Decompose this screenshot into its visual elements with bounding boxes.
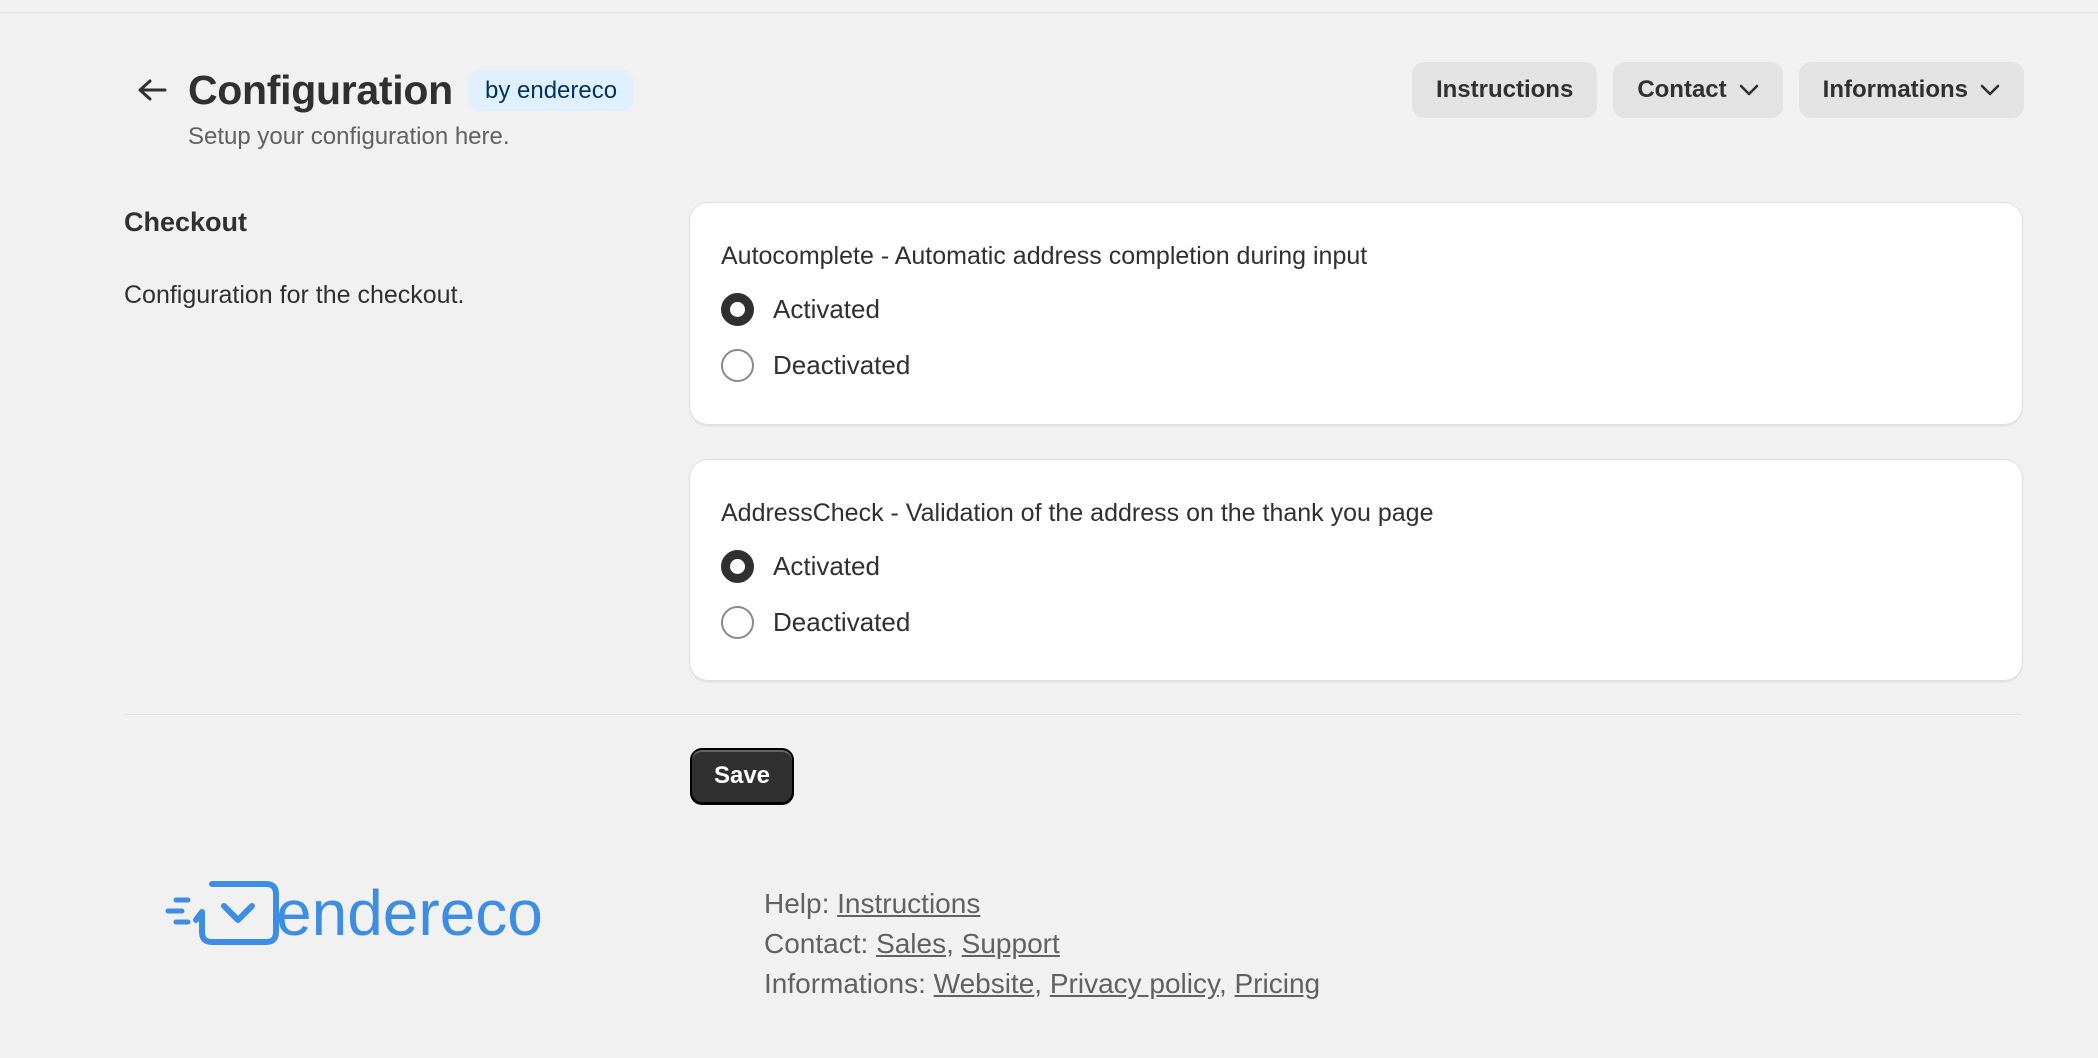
chevron-down-icon <box>1739 84 1758 96</box>
top-divider <box>0 12 2098 13</box>
radio-label: Deactivated <box>773 607 911 637</box>
arrow-left-icon <box>138 79 167 101</box>
radio-button-unchecked[interactable] <box>721 605 754 639</box>
informations-dropdown-button[interactable]: Informations <box>1798 62 2024 118</box>
informations-button-label: Informations <box>1822 76 1968 103</box>
back-button[interactable] <box>128 68 176 112</box>
save-button[interactable]: Save <box>690 748 794 804</box>
support-link[interactable]: Support <box>962 928 1060 959</box>
chevron-down-icon <box>1980 84 2000 96</box>
website-link[interactable]: Website <box>934 968 1035 999</box>
radio-label: Activated <box>773 551 880 581</box>
radio-label: Activated <box>773 294 880 324</box>
informations-prefix: Informations: <box>764 968 926 999</box>
link-separator: , <box>1218 968 1227 999</box>
footer-contact-row: Contact: Sales, Support <box>764 924 1320 964</box>
footer-informations-row: Informations: Website, Privacy policy, P… <box>764 964 1320 1004</box>
section-title: Checkout <box>124 207 248 237</box>
radio-option-deactivated[interactable]: Deactivated <box>721 337 1991 393</box>
sales-link[interactable]: Sales <box>876 928 946 959</box>
link-separator: , <box>946 928 954 959</box>
contact-button-label: Contact <box>1637 76 1727 103</box>
setting-title: AddressCheck - Validation of the address… <box>721 499 1434 527</box>
radio-button-checked[interactable] <box>721 549 754 583</box>
endereco-logo: endereco <box>165 880 543 946</box>
radio-label: Deactivated <box>773 350 911 380</box>
instructions-button-label: Instructions <box>1435 76 1574 103</box>
radio-option-activated[interactable]: Activated <box>721 281 1991 337</box>
privacy-policy-link[interactable]: Privacy policy <box>1050 968 1219 999</box>
setting-title: Autocomplete - Automatic address complet… <box>721 242 1368 270</box>
link-separator: , <box>1034 968 1043 999</box>
radio-button-checked[interactable] <box>721 292 754 326</box>
pricing-link[interactable]: Pricing <box>1235 968 1321 999</box>
footer-links: Help: Instructions Contact: Sales, Suppo… <box>764 884 1320 1004</box>
contact-prefix: Contact: <box>764 928 869 959</box>
radio-option-deactivated[interactable]: Deactivated <box>721 594 1991 650</box>
logo-wordmark: endereco <box>276 880 543 946</box>
addresscheck-setting-card: AddressCheck - Validation of the address… <box>690 460 2022 680</box>
radio-button-unchecked[interactable] <box>721 348 754 382</box>
instructions-link[interactable]: Instructions <box>837 888 980 919</box>
author-badge: by endereco <box>468 70 635 111</box>
instructions-button[interactable]: Instructions <box>1411 62 1598 118</box>
section-divider <box>124 714 2022 715</box>
header-actions: Instructions Contact Informations <box>1411 62 2024 118</box>
section-description: Configuration for the checkout. <box>124 281 465 309</box>
footer-help-row: Help: Instructions <box>764 884 1320 924</box>
page-subtitle: Setup your configuration here. <box>188 123 510 150</box>
help-prefix: Help: <box>764 888 830 919</box>
radio-option-activated[interactable]: Activated <box>721 538 1991 594</box>
page-title: Configuration <box>188 67 453 113</box>
autocomplete-setting-card: Autocomplete - Automatic address complet… <box>690 203 2022 424</box>
contact-dropdown-button[interactable]: Contact <box>1613 62 1783 118</box>
